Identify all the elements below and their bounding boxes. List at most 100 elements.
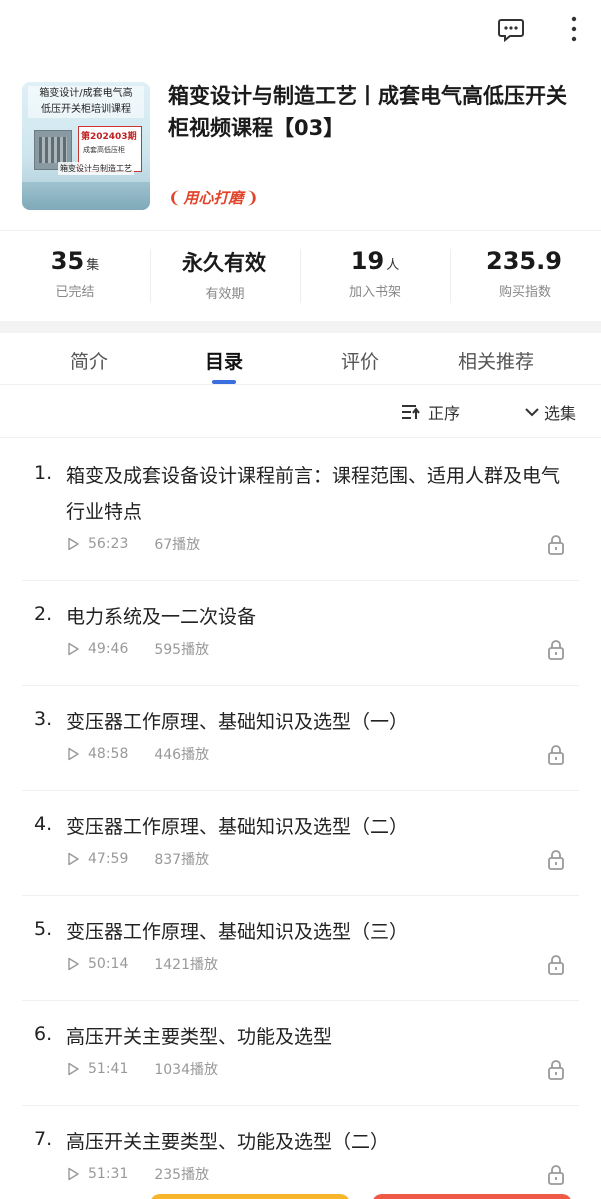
episode-duration: 48:58 bbox=[88, 746, 129, 762]
laurel-right-icon: ❩ bbox=[245, 187, 259, 207]
chevron-down-icon bbox=[525, 408, 539, 417]
lock-icon bbox=[548, 1060, 564, 1080]
episode-play-count: 837播放 bbox=[154, 852, 210, 868]
tab-catalog[interactable]: 目录 bbox=[169, 347, 279, 374]
episode-title: 箱变及成套设备设计课程前言：课程范围、适用人群及电气行业特点 bbox=[66, 465, 561, 523]
sort-icon bbox=[402, 405, 420, 419]
episode-meta: 47:59 837播放 bbox=[66, 849, 209, 869]
episode-number: 3. bbox=[34, 708, 53, 730]
episode-title: 变压器工作原理、基础知识及选型（三） bbox=[66, 921, 409, 943]
quality-badge: ❨ 用心打磨 ❩ bbox=[168, 185, 259, 209]
cover-line2: 低压开关柜培训课程 bbox=[28, 102, 144, 118]
episode-item[interactable]: 1. 箱变及成套设备设计课程前言：课程范围、适用人群及电气行业特点 56:23 … bbox=[22, 440, 579, 581]
catalog-toolbar: 正序 选集 bbox=[0, 386, 601, 438]
tab-reviews[interactable]: 评价 bbox=[305, 347, 415, 374]
episode-number: 1. bbox=[34, 462, 53, 484]
play-icon bbox=[68, 852, 79, 866]
episode-play-count: 1421播放 bbox=[154, 957, 218, 973]
episode-item[interactable]: 7. 高压开关主要类型、功能及选型（二） 51:31 235播放 bbox=[22, 1106, 579, 1199]
episode-play-count: 67播放 bbox=[154, 537, 201, 553]
episode-play-count: 235播放 bbox=[154, 1167, 210, 1183]
episode-number: 2. bbox=[34, 603, 53, 625]
play-icon bbox=[68, 1062, 79, 1076]
stat-unit: 集 bbox=[86, 258, 100, 273]
episode-duration: 51:41 bbox=[88, 1061, 129, 1077]
episode-meta: 51:41 1034播放 bbox=[66, 1059, 218, 1079]
episode-meta: 51:31 235播放 bbox=[66, 1164, 209, 1184]
sort-label: 正序 bbox=[428, 404, 461, 423]
lock-icon bbox=[548, 955, 564, 975]
tab-recommendations[interactable]: 相关推荐 bbox=[441, 347, 551, 374]
episode-item[interactable]: 2. 电力系统及一二次设备 49:46 595播放 bbox=[22, 581, 579, 686]
course-stats: 35 集 已完结 永久有效 有效期 19 人 加入书架 235.9 购买指数 bbox=[0, 230, 601, 320]
episode-meta: 50:14 1421播放 bbox=[66, 954, 218, 974]
bottom-action-bar bbox=[0, 1190, 601, 1199]
stat-bookshelf: 19 人 加入书架 bbox=[300, 247, 450, 300]
stat-value: 19 bbox=[350, 247, 385, 275]
episode-duration: 51:31 bbox=[88, 1166, 129, 1182]
section-separator bbox=[0, 321, 601, 333]
stat-purchase-index: 235.9 购买指数 bbox=[450, 247, 600, 300]
course-cover-image[interactable]: 箱变设计/成套电气高 低压开关柜培训课程 第202403期 成套高低压柜 箱变设… bbox=[22, 82, 150, 210]
cover-issue: 第202403期 bbox=[81, 132, 137, 142]
select-episode-button[interactable]: 选集 bbox=[524, 400, 576, 424]
top-bar bbox=[0, 0, 601, 60]
episode-title: 高压开关主要类型、功能及选型（二） bbox=[66, 1131, 390, 1153]
stat-label: 已完结 bbox=[55, 285, 95, 300]
episode-duration: 49:46 bbox=[88, 641, 129, 657]
stat-unit: 人 bbox=[386, 258, 400, 273]
tab-intro[interactable]: 简介 bbox=[34, 347, 144, 374]
lock-icon bbox=[548, 850, 564, 870]
stat-validity: 永久有效 有效期 bbox=[150, 247, 300, 302]
lock-icon bbox=[548, 1165, 564, 1185]
episode-play-count: 446播放 bbox=[154, 747, 210, 763]
episode-play-count: 1034播放 bbox=[154, 1062, 218, 1078]
episode-item[interactable]: 5. 变压器工作原理、基础知识及选型（三） 50:14 1421播放 bbox=[22, 896, 579, 1001]
stat-episodes: 35 集 已完结 bbox=[0, 247, 150, 300]
stat-label: 有效期 bbox=[205, 287, 245, 302]
stat-value: 永久有效 bbox=[182, 251, 266, 275]
episode-item[interactable]: 3. 变压器工作原理、基础知识及选型（一） 48:58 446播放 bbox=[22, 686, 579, 791]
episode-item[interactable]: 4. 变压器工作原理、基础知识及选型（二） 47:59 837播放 bbox=[22, 791, 579, 896]
episode-number: 5. bbox=[34, 918, 53, 940]
episode-item[interactable]: 6. 高压开关主要类型、功能及选型 51:41 1034播放 bbox=[22, 1001, 579, 1106]
course-header: 箱变设计/成套电气高 低压开关柜培训课程 第202403期 成套高低压柜 箱变设… bbox=[0, 80, 601, 215]
sort-button[interactable]: 正序 bbox=[400, 400, 460, 424]
play-icon bbox=[68, 747, 79, 761]
more-vertical-icon[interactable] bbox=[562, 14, 586, 44]
episode-duration: 47:59 bbox=[88, 851, 129, 867]
episode-meta: 56:23 67播放 bbox=[66, 534, 200, 554]
episode-meta: 48:58 446播放 bbox=[66, 744, 209, 764]
tab-bar: 简介 目录 评价 相关推荐 bbox=[0, 333, 601, 385]
message-icon[interactable] bbox=[496, 14, 526, 44]
stat-value: 35 bbox=[50, 247, 85, 275]
course-title: 箱变设计与制造工艺丨成套电气高低压开关柜视频课程【03】 bbox=[168, 84, 567, 140]
bottom-action-button-primary[interactable] bbox=[150, 1194, 350, 1199]
lock-icon bbox=[548, 745, 564, 765]
laurel-left-icon: ❨ bbox=[168, 187, 182, 207]
cover-line1: 箱变设计/成套电气高 bbox=[28, 86, 144, 102]
lock-icon bbox=[548, 640, 564, 660]
episode-number: 4. bbox=[34, 813, 53, 835]
episode-title: 高压开关主要类型、功能及选型 bbox=[66, 1026, 333, 1048]
episode-number: 6. bbox=[34, 1023, 53, 1045]
play-icon bbox=[68, 1167, 79, 1181]
episode-duration: 50:14 bbox=[88, 956, 129, 972]
play-icon bbox=[68, 537, 79, 551]
lock-icon bbox=[548, 535, 564, 555]
cover-sub: 成套高低压柜 bbox=[83, 146, 125, 154]
play-icon bbox=[68, 642, 79, 656]
stat-label: 加入书架 bbox=[348, 285, 401, 300]
quality-badge-label: 用心打磨 bbox=[183, 188, 244, 207]
select-label: 选集 bbox=[544, 404, 577, 423]
episode-title: 变压器工作原理、基础知识及选型（二） bbox=[66, 816, 409, 838]
cover-foot: 箱变设计与制造工艺 bbox=[58, 162, 134, 175]
stat-value: 235.9 bbox=[486, 247, 562, 275]
episode-number: 7. bbox=[34, 1128, 53, 1150]
episode-list: 1. 箱变及成套设备设计课程前言：课程范围、适用人群及电气行业特点 56:23 … bbox=[0, 440, 601, 1199]
episode-title: 电力系统及一二次设备 bbox=[66, 606, 257, 628]
cover-water-graphic bbox=[22, 182, 150, 210]
stat-label: 购买指数 bbox=[498, 285, 551, 300]
episode-meta: 49:46 595播放 bbox=[66, 639, 209, 659]
bottom-action-button-secondary[interactable] bbox=[372, 1194, 572, 1199]
